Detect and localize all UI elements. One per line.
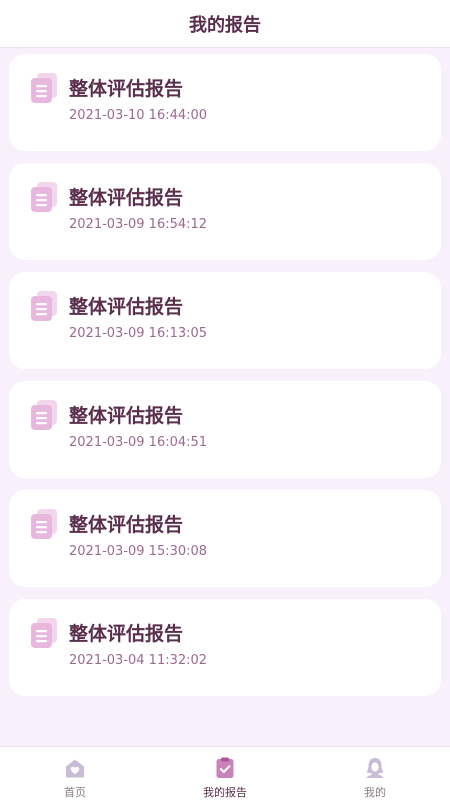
bottom-tab-bar: 首页 我的报告 我的 (0, 746, 450, 800)
report-time: 2021-03-10 16:44:00 (69, 108, 208, 123)
home-icon (66, 759, 84, 778)
report-title: 整体评估报告 (69, 187, 184, 209)
report-title: 整体评估报告 (69, 623, 184, 645)
tab-label: 首页 (64, 786, 86, 799)
report-clipboard-icon (216, 757, 234, 778)
report-card[interactable]: 整体评估报告 2021-03-10 16:44:00 (9, 54, 441, 151)
report-time: 2021-03-09 16:13:05 (69, 326, 208, 341)
tab-me[interactable]: 我的 (300, 747, 450, 800)
report-title: 整体评估报告 (69, 405, 184, 427)
tab-home[interactable]: 首页 (0, 747, 150, 800)
page-title: 我的报告 (189, 14, 261, 36)
report-document-icon (31, 400, 57, 430)
report-document-icon (31, 509, 57, 539)
report-title: 整体评估报告 (69, 78, 184, 100)
report-list: 整体评估报告 2021-03-10 16:44:00 整体评估报告 2021-0… (9, 54, 441, 708)
report-card[interactable]: 整体评估报告 2021-03-09 15:30:08 (9, 490, 441, 587)
report-title: 整体评估报告 (69, 296, 184, 318)
user-icon (366, 758, 384, 778)
report-time: 2021-03-04 11:32:02 (69, 653, 208, 668)
report-document-icon (31, 291, 57, 321)
report-time: 2021-03-09 16:54:12 (69, 217, 208, 232)
tab-label: 我的报告 (203, 786, 247, 799)
tab-label: 我的 (364, 786, 386, 799)
report-card[interactable]: 整体评估报告 2021-03-09 16:13:05 (9, 272, 441, 369)
report-document-icon (31, 618, 57, 648)
report-card[interactable]: 整体评估报告 2021-03-04 11:32:02 (9, 599, 441, 696)
report-card[interactable]: 整体评估报告 2021-03-09 16:04:51 (9, 381, 441, 478)
report-time: 2021-03-09 16:04:51 (69, 435, 208, 450)
report-document-icon (31, 182, 57, 212)
report-document-icon (31, 73, 57, 103)
top-header: 我的报告 (0, 0, 450, 48)
report-time: 2021-03-09 15:30:08 (69, 544, 208, 559)
report-title: 整体评估报告 (69, 514, 184, 536)
tab-my-reports[interactable]: 我的报告 (150, 747, 300, 800)
report-card[interactable]: 整体评估报告 2021-03-09 16:54:12 (9, 163, 441, 260)
